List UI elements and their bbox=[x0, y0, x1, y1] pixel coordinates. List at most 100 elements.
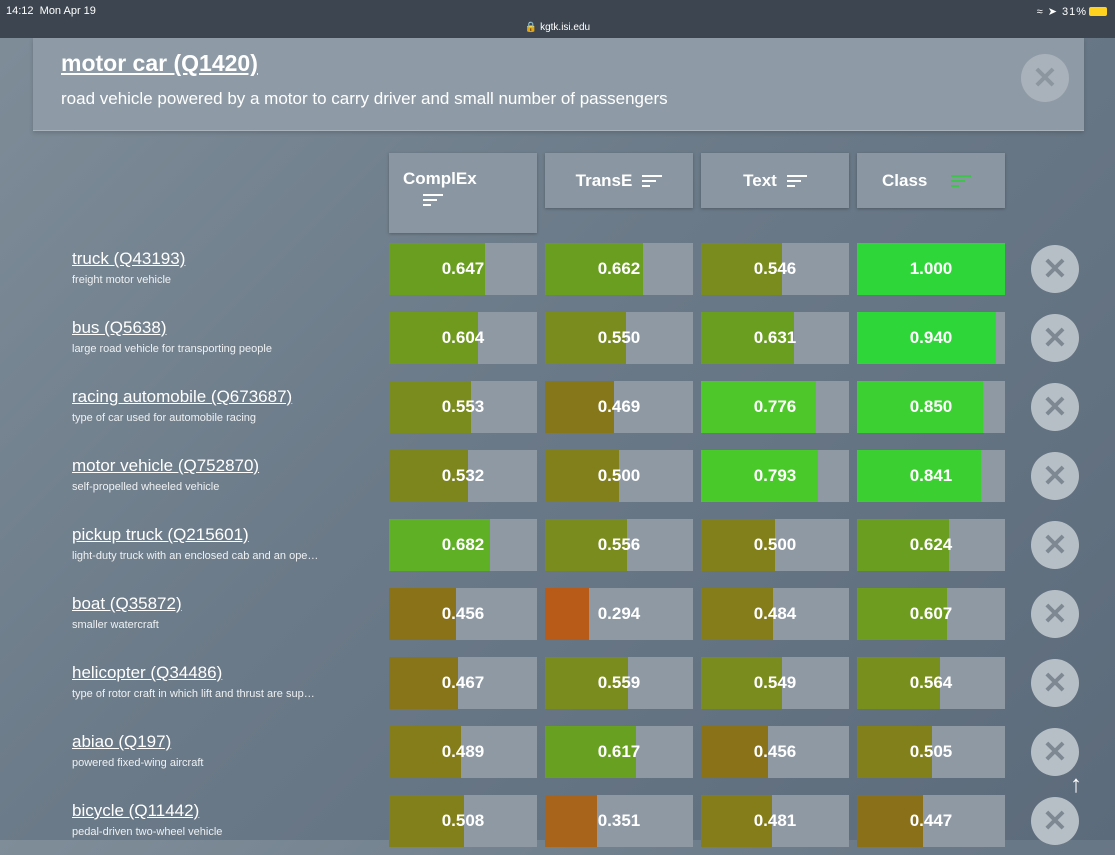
score-cell: 0.564 bbox=[857, 657, 1005, 709]
score-cell: 0.940 bbox=[857, 312, 1005, 364]
score-value: 0.553 bbox=[441, 397, 485, 416]
row-description: pedal-driven two-wheel vehicle bbox=[72, 826, 223, 838]
column-header-class[interactable]: Class bbox=[857, 153, 1005, 208]
score-cell: 0.647 bbox=[389, 243, 537, 295]
remove-row-icon[interactable]: ✕ bbox=[1031, 245, 1079, 293]
score-value: 0.489 bbox=[441, 742, 485, 761]
location-icon: ➤ bbox=[1047, 6, 1058, 18]
score-value: 0.467 bbox=[441, 673, 485, 692]
score-cell: 0.631 bbox=[701, 312, 849, 364]
score-value: 0.508 bbox=[441, 811, 485, 830]
row-description: large road vehicle for transporting peop… bbox=[72, 343, 272, 355]
score-cell: 0.550 bbox=[545, 312, 693, 364]
score-value: 0.351 bbox=[597, 811, 641, 830]
row-title-link[interactable]: helicopter (Q34486) bbox=[72, 663, 222, 683]
score-value: 0.556 bbox=[597, 535, 641, 554]
score-value: 0.604 bbox=[441, 328, 485, 347]
score-cell: 0.617 bbox=[545, 726, 693, 778]
score-cell: 0.546 bbox=[701, 243, 849, 295]
score-cell: 0.556 bbox=[545, 519, 693, 571]
column-label: Text bbox=[743, 170, 777, 190]
column-label: TransE bbox=[575, 170, 633, 190]
remove-row-icon[interactable]: ✕ bbox=[1031, 659, 1079, 707]
score-value: 0.546 bbox=[753, 259, 797, 278]
score-value: 0.500 bbox=[597, 466, 641, 485]
column-label: Class bbox=[882, 170, 928, 190]
page-description: road vehicle powered by a motor to carry… bbox=[61, 89, 668, 108]
row-description: type of rotor craft in which lift and th… bbox=[72, 688, 315, 700]
status-time-date: 14:12 Mon Apr 19 bbox=[6, 5, 96, 17]
score-cell: 0.776 bbox=[701, 381, 849, 433]
battery-icon bbox=[1089, 7, 1107, 16]
row-title-link[interactable]: truck (Q43193) bbox=[72, 249, 185, 269]
row-description: light-duty truck with an enclosed cab an… bbox=[72, 550, 319, 562]
scroll-to-top-icon[interactable]: ↑ bbox=[1064, 773, 1088, 797]
row-title-link[interactable]: bicycle (Q11442) bbox=[72, 801, 199, 821]
sort-icon bbox=[642, 174, 663, 188]
score-cell: 0.841 bbox=[857, 450, 1005, 502]
score-cell: 0.532 bbox=[389, 450, 537, 502]
score-cell: 0.508 bbox=[389, 795, 537, 847]
score-value: 0.456 bbox=[753, 742, 797, 761]
url-label[interactable]: 🔒 kgtk.isi.edu bbox=[0, 22, 1115, 33]
score-value: 0.294 bbox=[597, 604, 641, 623]
sort-icon bbox=[786, 174, 807, 188]
remove-row-icon[interactable]: ✕ bbox=[1031, 383, 1079, 431]
remove-row-icon[interactable]: ✕ bbox=[1031, 452, 1079, 500]
score-cell: 0.793 bbox=[701, 450, 849, 502]
score-value: 0.662 bbox=[597, 259, 641, 278]
score-cell: 0.682 bbox=[389, 519, 537, 571]
sort-icon bbox=[951, 174, 972, 188]
score-value: 0.682 bbox=[441, 535, 485, 554]
score-value: 0.484 bbox=[753, 604, 797, 623]
score-cell: 0.481 bbox=[701, 795, 849, 847]
wifi-icon: ≈ bbox=[1036, 6, 1044, 18]
close-icon[interactable]: ✕ bbox=[1021, 54, 1069, 102]
remove-row-icon[interactable]: ✕ bbox=[1031, 797, 1079, 845]
column-header-transe[interactable]: TransE bbox=[545, 153, 693, 208]
row-title-link[interactable]: motor vehicle (Q752870) bbox=[72, 456, 259, 476]
table-row: bus (Q5638) large road vehicle for transp… bbox=[0, 312, 1115, 372]
row-description: freight motor vehicle bbox=[72, 274, 172, 286]
row-title-link[interactable]: boat (Q35872) bbox=[72, 594, 182, 614]
score-value: 0.481 bbox=[753, 811, 797, 830]
page-title[interactable]: motor car (Q1420) bbox=[61, 50, 258, 77]
status-bar: 14:12 Mon Apr 19 🔒 kgtk.isi.edu ≈ ➤ 31% bbox=[0, 0, 1115, 38]
score-value: 0.631 bbox=[753, 328, 797, 347]
score-cell: 0.456 bbox=[701, 726, 849, 778]
row-title-link[interactable]: racing automobile (Q673687) bbox=[72, 387, 292, 407]
score-value: 0.940 bbox=[909, 328, 953, 347]
table-row: abiao (Q197) powered fixed-wing aircraft 0… bbox=[0, 726, 1115, 786]
score-value: 1.000 bbox=[909, 259, 953, 278]
table-row: helicopter (Q34486) type of rotor craft i… bbox=[0, 657, 1115, 717]
column-header-text[interactable]: Text bbox=[701, 153, 849, 208]
remove-row-icon[interactable]: ✕ bbox=[1031, 728, 1079, 776]
score-value: 0.647 bbox=[441, 259, 485, 278]
score-value: 0.793 bbox=[753, 466, 797, 485]
column-label: ComplEx bbox=[403, 169, 477, 188]
row-title-link[interactable]: bus (Q5638) bbox=[72, 318, 167, 338]
score-cell: 0.500 bbox=[545, 450, 693, 502]
remove-row-icon[interactable]: ✕ bbox=[1031, 314, 1079, 362]
score-cell: 0.351 bbox=[545, 795, 693, 847]
score-value: 0.500 bbox=[753, 535, 797, 554]
score-value: 0.549 bbox=[753, 673, 797, 692]
score-cell: 0.500 bbox=[701, 519, 849, 571]
score-cell: 0.607 bbox=[857, 588, 1005, 640]
table-row: bicycle (Q11442) pedal-driven two-wheel v… bbox=[0, 795, 1115, 855]
score-cell: 0.505 bbox=[857, 726, 1005, 778]
status-indicators: ≈ ➤ 31% bbox=[1037, 5, 1107, 18]
score-cell: 0.604 bbox=[389, 312, 537, 364]
score-value: 0.564 bbox=[909, 673, 953, 692]
table-row: motor vehicle (Q752870) self-propelled wh… bbox=[0, 450, 1115, 510]
column-header-complex[interactable]: ComplEx bbox=[389, 153, 537, 233]
row-description: self-propelled wheeled vehicle bbox=[72, 481, 220, 493]
score-value: 0.624 bbox=[909, 535, 953, 554]
table-row: racing automobile (Q673687) type of car u… bbox=[0, 381, 1115, 441]
score-value: 0.447 bbox=[909, 811, 953, 830]
row-title-link[interactable]: pickup truck (Q215601) bbox=[72, 525, 249, 545]
entity-header: motor car (Q1420) road vehicle powered b… bbox=[33, 38, 1084, 131]
remove-row-icon[interactable]: ✕ bbox=[1031, 590, 1079, 638]
row-title-link[interactable]: abiao (Q197) bbox=[72, 732, 171, 752]
remove-row-icon[interactable]: ✕ bbox=[1031, 521, 1079, 569]
